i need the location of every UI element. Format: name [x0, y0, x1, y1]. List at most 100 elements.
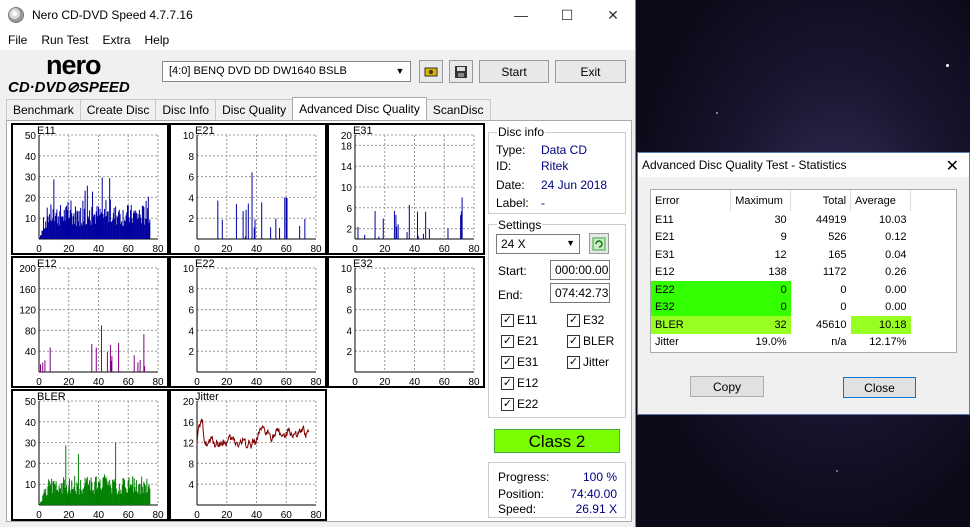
drive-eject-icon[interactable] — [419, 60, 443, 83]
y-tick-label: 12 — [183, 439, 195, 450]
y-tick-label: 160 — [19, 285, 36, 296]
y-tick-label: 80 — [25, 326, 37, 337]
close-icon[interactable]: ✕ — [590, 0, 636, 30]
average-value: 12.17% — [869, 336, 907, 349]
y-tick-label: 10 — [341, 264, 353, 275]
end-label: End: — [498, 288, 523, 302]
table-row: BLER 32 45610 10.18 — [651, 316, 911, 334]
tab-disc-quality[interactable]: Disc Quality — [215, 99, 294, 120]
check-icon: ✓ — [501, 376, 514, 390]
copy-button[interactable]: Copy — [690, 376, 764, 397]
x-tick-label: 20 — [379, 377, 391, 388]
checkbox-label: E12 — [517, 376, 539, 390]
maximum-value: 19.0% — [755, 336, 787, 349]
checkbox-label: BLER — [583, 334, 615, 348]
menu-extra[interactable]: Extra — [94, 33, 136, 47]
type-label: Type: — [496, 143, 526, 157]
table-row: Jitter 19.0% n/a 12.17% — [651, 334, 911, 352]
y-tick-label: 10 — [183, 131, 195, 142]
menu-help[interactable]: Help — [137, 33, 176, 47]
tab-disc-info[interactable]: Disc Info — [155, 99, 217, 120]
y-tick-label: 6 — [188, 173, 194, 184]
refresh-icon[interactable] — [589, 233, 609, 254]
checkbox-e31[interactable]: ✓ E31 — [501, 355, 538, 369]
checkbox-e12[interactable]: ✓ E12 — [501, 376, 538, 390]
average-value: 10.03 — [878, 213, 907, 226]
close-icon[interactable]: ✕ — [946, 156, 959, 176]
y-tick-label: 8 — [188, 459, 194, 470]
y-tick-label: 8 — [188, 285, 194, 296]
average-value: 0.12 — [885, 231, 907, 244]
error-name: E11 — [655, 213, 674, 226]
menu-run-test[interactable]: Run Test — [33, 33, 94, 47]
close-button[interactable]: Close — [843, 377, 916, 398]
y-tick-label: 6 — [346, 306, 352, 317]
quality-class-badge: Class 2 — [494, 429, 620, 453]
x-tick-label: 40 — [251, 244, 263, 255]
statistics-dialog: Advanced Disc Quality Test - Statistics … — [637, 152, 970, 415]
x-tick-label: 20 — [221, 244, 233, 255]
tab-scandisc[interactable]: ScanDisc — [425, 99, 491, 120]
y-tick-label: 40 — [25, 418, 37, 429]
error-name: E31 — [655, 248, 675, 261]
maximum-value: 0 — [730, 298, 791, 316]
checkbox-e21[interactable]: ✓ E21 — [501, 334, 538, 348]
average-value: 0.26 — [885, 266, 907, 279]
x-tick-label: 20 — [63, 510, 75, 521]
tab-benchmark[interactable]: Benchmark — [6, 99, 81, 120]
y-tick-label: 4 — [346, 326, 352, 337]
start-field[interactable]: 000:00.00 — [550, 260, 610, 280]
x-tick-label: 20 — [379, 244, 391, 255]
x-tick-label: 80 — [310, 510, 322, 521]
maximum-value: 12 — [774, 248, 787, 261]
tab-create-disc[interactable]: Create Disc — [79, 99, 157, 120]
checkbox-e22[interactable]: ✓ E22 — [501, 397, 538, 411]
checkbox-e11[interactable]: ✓ E11 — [501, 313, 537, 327]
average-value: 0.00 — [885, 283, 907, 296]
chart-jitter: Jitter 0 20 40 60 80 4 8 12 16 20 — [169, 389, 327, 521]
menu-bar: File Run Test Extra Help — [0, 30, 635, 50]
exit-button[interactable]: Exit — [555, 60, 626, 83]
maximize-icon[interactable]: ☐ — [544, 0, 590, 30]
checkbox-label: E32 — [583, 313, 605, 327]
x-tick-label: 80 — [152, 244, 164, 255]
checkbox-e32[interactable]: ✓ E32 — [567, 313, 604, 327]
drive-select[interactable]: [4:0] BENQ DVD DD DW1640 BSLB ▼ — [162, 61, 411, 82]
chart-bler: BLER 0 20 40 60 80 10 20 30 40 50 — [11, 389, 169, 521]
total-value: 1172 — [822, 266, 847, 279]
checkbox-jitter[interactable]: ✓ Jitter — [567, 355, 609, 369]
minimize-icon[interactable]: — — [498, 0, 544, 30]
speed-label: Speed: — [498, 502, 537, 516]
x-tick-label: 20 — [63, 244, 75, 255]
x-tick-label: 40 — [409, 244, 421, 255]
speed-select[interactable]: 24 X ▼ — [496, 234, 580, 254]
y-tick-label: 8 — [188, 152, 194, 163]
statistics-table: Error Maximum Total Average E11 30 44919 10… — [650, 189, 957, 353]
table-row: E12 138 1172 0.26 — [651, 264, 911, 282]
dialog-title: Advanced Disc Quality Test - Statistics — [642, 158, 847, 172]
average-value: 0.04 — [885, 248, 907, 261]
table-row: E32 0 0 0.00 — [651, 298, 911, 316]
date-label: Date: — [496, 178, 525, 192]
x-tick-label: 80 — [468, 244, 480, 255]
nero-logo: nero CD·DVD⊘SPEED — [8, 50, 130, 96]
window-title: Nero CD-DVD Speed 4.7.7.16 — [32, 8, 193, 22]
checkbox-label: E31 — [517, 355, 539, 369]
x-tick-label: 40 — [93, 510, 105, 521]
chart-e32: E32 0 20 40 60 80 2 4 6 8 10 — [327, 256, 485, 388]
tab-advanced-disc-quality[interactable]: Advanced Disc Quality — [292, 97, 427, 120]
checkbox-bler[interactable]: ✓ BLER — [567, 334, 614, 348]
y-tick-label: 2 — [188, 214, 194, 225]
start-button[interactable]: Start — [479, 60, 549, 83]
error-name: Jitter — [655, 336, 679, 349]
maximum-value: 9 — [780, 231, 787, 244]
average-value: 10.18 — [850, 316, 911, 334]
menu-file[interactable]: File — [0, 33, 33, 47]
y-tick-label: 20 — [341, 131, 353, 142]
checkbox-label: E21 — [517, 334, 539, 348]
error-name: E21 — [655, 231, 675, 244]
end-field[interactable]: 074:42.73 — [550, 283, 610, 303]
y-tick-label: 8 — [346, 285, 352, 296]
save-icon[interactable] — [449, 60, 473, 83]
y-tick-label: 18 — [341, 141, 353, 152]
